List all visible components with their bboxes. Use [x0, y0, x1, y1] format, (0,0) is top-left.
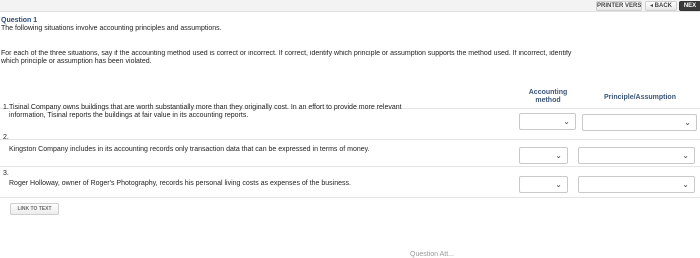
row-divider [0, 197, 700, 198]
situation-line: Roger Holloway, owner of Roger's Photogr… [9, 180, 351, 187]
row-number: 2. [3, 134, 9, 141]
row-divider [0, 139, 700, 140]
row-number: 1. [3, 104, 9, 111]
instructions-line-1: For each of the three situations, say if… [1, 50, 572, 57]
situation-text: Roger Holloway, owner of Roger's Photogr… [9, 180, 351, 188]
situation-text: Tisinal Company owns buildings that are … [9, 104, 402, 120]
situation-line: Kingston Company includes in its account… [9, 146, 370, 153]
instructions-line-2: which principle or assumption has been v… [1, 58, 152, 65]
principle-header: Principle/Assumption [604, 94, 676, 101]
principle-select[interactable]: ⌄ [582, 114, 697, 131]
accounting-method-select[interactable]: ⌄ [519, 147, 568, 164]
top-toolbar: PRINTER VERSION ◂ BACK NEX [0, 0, 700, 12]
row-divider [0, 166, 700, 167]
question-attempts-label: Question Att... [410, 251, 454, 258]
back-button[interactable]: ◂ BACK [645, 1, 677, 11]
situation-line: Tisinal Company owns buildings that are … [9, 104, 402, 111]
chevron-down-icon: ⌄ [555, 180, 562, 189]
chevron-down-icon: ⌄ [682, 151, 689, 160]
accounting-method-select[interactable]: ⌄ [519, 113, 576, 130]
question-title: Question 1 [1, 17, 38, 24]
principle-select[interactable]: ⌄ [578, 147, 695, 164]
accounting-method-header-line2: method [535, 97, 561, 104]
chevron-down-icon: ⌄ [682, 180, 689, 189]
question-instructions: For each of the three situations, say if… [1, 50, 700, 66]
principle-select[interactable]: ⌄ [578, 176, 695, 193]
accounting-method-header-line1: Accounting [528, 89, 568, 96]
accounting-method-header: Accounting method [516, 89, 580, 105]
chevron-down-icon: ⌄ [684, 118, 691, 127]
next-button[interactable]: NEX [679, 1, 700, 11]
chevron-down-icon: ⌄ [563, 117, 570, 126]
situation-line: information, Tisinal reports the buildin… [9, 112, 249, 119]
row-number: 3. [3, 170, 9, 177]
situation-text: Kingston Company includes in its account… [9, 146, 370, 154]
printer-version-button[interactable]: PRINTER VERSION [596, 1, 642, 11]
chevron-down-icon: ⌄ [555, 151, 562, 160]
link-to-text-button[interactable]: LINK TO TEXT [10, 203, 59, 215]
accounting-method-select[interactable]: ⌄ [519, 176, 568, 193]
question-subtitle: The following situations involve account… [1, 25, 222, 32]
